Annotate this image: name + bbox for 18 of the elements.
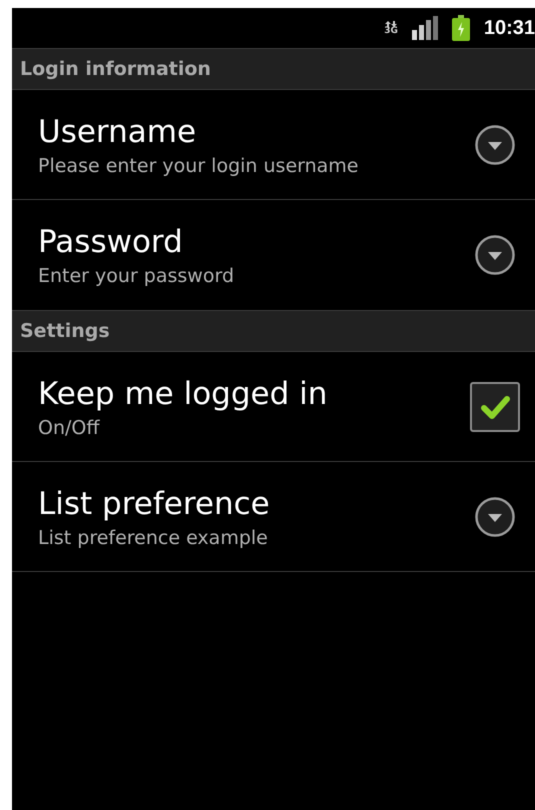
item-title: Username (38, 112, 198, 152)
signal-icon (412, 16, 438, 40)
item-title: List preference (38, 484, 270, 524)
preference-item[interactable]: Username Please enter your login username (12, 90, 535, 200)
item-summary: List preference example (38, 526, 269, 550)
preference-item[interactable]: Password Enter your password (12, 200, 535, 310)
status-time: 10:31 (484, 18, 535, 38)
item-summary: Enter your password (38, 264, 234, 289)
checkbox[interactable] (470, 382, 520, 432)
preference-item[interactable]: List preference List preference example (12, 462, 535, 572)
battery-icon (452, 15, 470, 41)
item-summary: On/Off (38, 416, 101, 440)
section-header: Settings (20, 318, 110, 344)
section-header: Login information (20, 56, 211, 82)
item-summary: Please enter your login username (38, 154, 358, 178)
item-title: Keep me logged in (38, 374, 328, 414)
item-title: Password (38, 223, 184, 262)
preference-item[interactable]: Keep me logged in On/Off (12, 352, 535, 462)
